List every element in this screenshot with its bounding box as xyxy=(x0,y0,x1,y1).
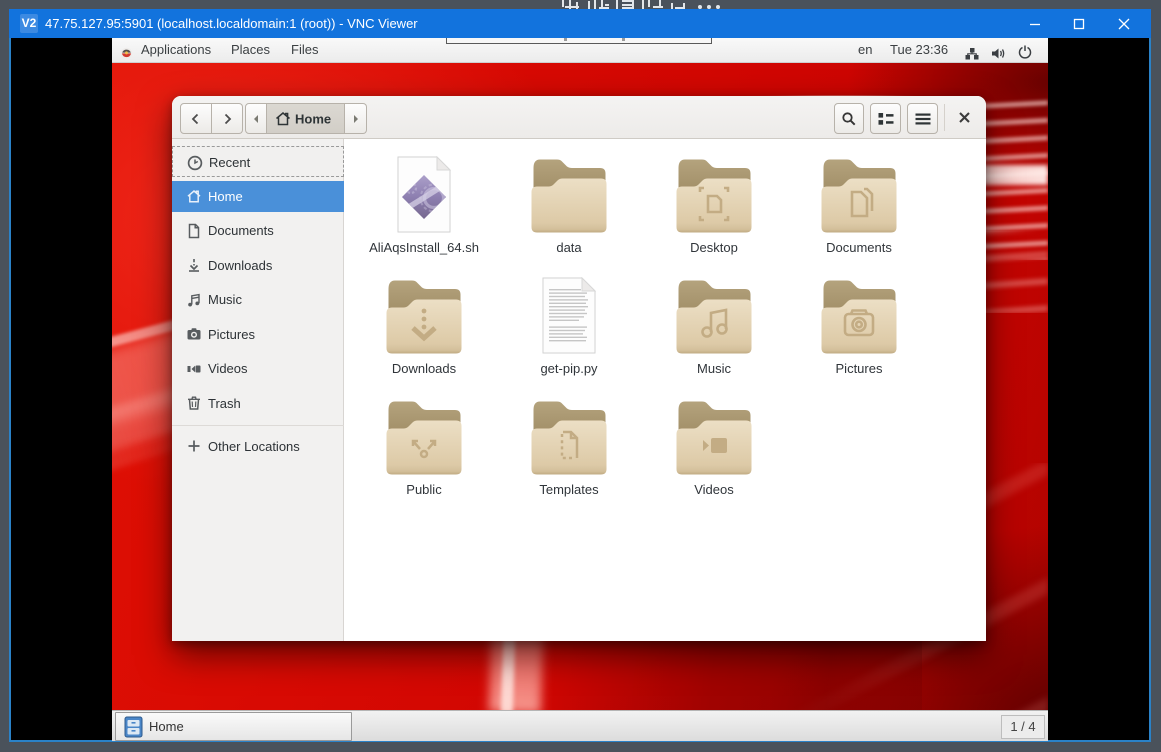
svg-text:Home: Home xyxy=(295,111,331,126)
